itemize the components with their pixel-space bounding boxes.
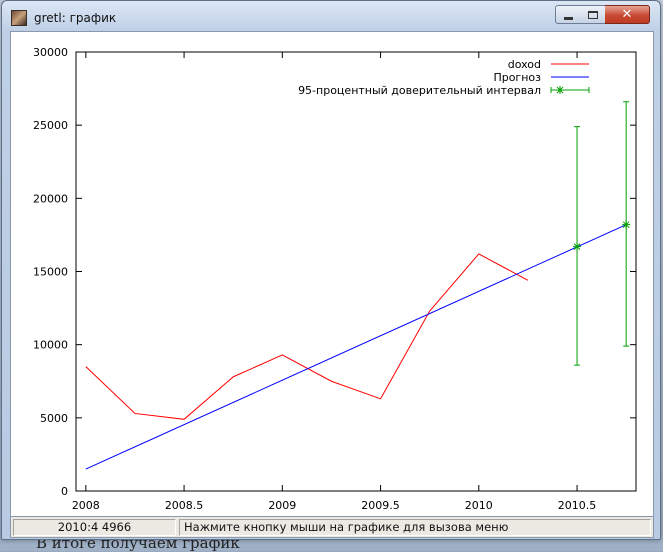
plot-frame xyxy=(75,51,637,492)
window-title: gretl: график xyxy=(34,11,117,25)
ci-point-marker xyxy=(622,220,631,229)
status-bar: 2010:4 4966 Нажмите кнопку мыши на графи… xyxy=(10,517,654,538)
legend-label: Прогноз xyxy=(493,71,541,84)
title-bar[interactable]: gretl: график ✕ xyxy=(2,1,660,31)
maximize-icon xyxy=(587,10,598,19)
series-line-forecast xyxy=(85,224,627,470)
y-tick-label: 20000 xyxy=(33,192,68,205)
forecast-chart[interactable]: 0 5000 10000 15000 20000 25000 30000 2008 2008.5… xyxy=(11,32,655,518)
ci-point-marker xyxy=(573,242,582,251)
maximize-button[interactable] xyxy=(580,5,606,24)
x-tick-label: 2008.5 xyxy=(165,499,204,512)
cursor-coordinates: 2010:4 4966 xyxy=(13,519,176,536)
close-icon: ✕ xyxy=(621,7,633,22)
x-tick-label: 2009 xyxy=(268,499,296,512)
y-tick-label: 5000 xyxy=(40,412,68,425)
legend-label: 95-процентный доверительный интервал xyxy=(298,84,541,97)
x-tick-label: 2009.5 xyxy=(361,499,400,512)
status-hint: Нажмите кнопку мыши на графике для вызов… xyxy=(179,519,651,536)
gretl-plot-window: gretl: график ✕ 0 5000 10000 15000 20000 2500… xyxy=(1,0,661,540)
x-tick-label: 2010.5 xyxy=(558,499,597,512)
x-tick-label: 2008 xyxy=(72,499,100,512)
legend-ci-marker xyxy=(556,86,564,94)
y-tick-label: 15000 xyxy=(33,266,68,279)
series-line-doxod xyxy=(85,253,529,420)
minimize-icon xyxy=(563,16,573,20)
legend-label: doxod xyxy=(508,58,541,71)
gretl-app-icon xyxy=(11,10,27,26)
y-tick-label: 10000 xyxy=(33,339,68,352)
y-tick-label: 30000 xyxy=(33,46,68,59)
y-tick-label: 0 xyxy=(61,485,68,498)
minimize-button[interactable] xyxy=(555,5,581,24)
y-tick-label: 25000 xyxy=(33,119,68,132)
x-tick-label: 2010 xyxy=(465,499,493,512)
close-button[interactable]: ✕ xyxy=(605,5,650,24)
plot-canvas[interactable]: 0 5000 10000 15000 20000 25000 30000 2008 2008.5… xyxy=(10,31,654,517)
